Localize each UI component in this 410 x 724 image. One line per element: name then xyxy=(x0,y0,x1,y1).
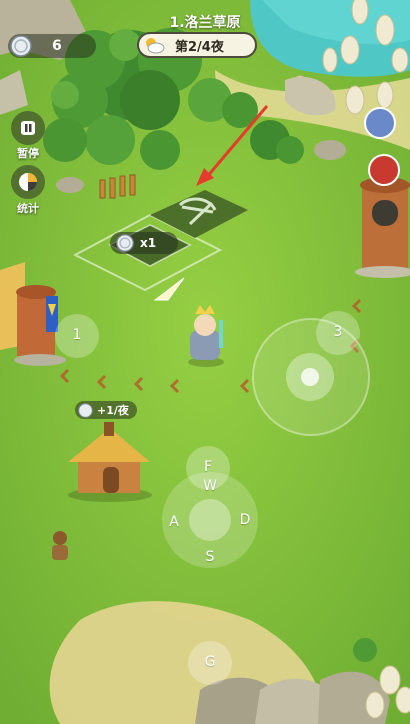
silver-coin-icon xyxy=(116,234,134,252)
coin-count: 6 xyxy=(52,38,62,54)
stats-label: 统计 xyxy=(17,202,39,215)
key-w-label: W xyxy=(203,478,217,494)
hut-income-value: +1/夜 xyxy=(97,404,129,417)
sun-cloud-icon xyxy=(146,38,165,54)
key-d-label: D xyxy=(239,512,251,528)
key-s-label: S xyxy=(205,549,215,565)
pause-label: 暂停 xyxy=(17,147,39,160)
build-cost-value: x1 xyxy=(140,236,157,250)
level-title: 1.洛兰草原 xyxy=(169,15,241,31)
coin-counter: 6 xyxy=(8,34,96,58)
build-cost: x1 xyxy=(110,232,178,254)
pie-chart-icon xyxy=(19,173,37,191)
silver-coin-icon xyxy=(10,35,32,57)
hut-income: +1/夜 xyxy=(75,401,137,419)
pause-button[interactable] xyxy=(11,111,45,145)
silver-coin-icon xyxy=(78,402,93,418)
pause-icon xyxy=(21,121,35,135)
joystick-center xyxy=(301,368,319,386)
key-g-label: G xyxy=(204,654,216,670)
wasd-center[interactable] xyxy=(189,499,231,541)
marker-1-label: 1 xyxy=(72,327,82,343)
key-a-label: A xyxy=(169,514,179,530)
stats-button[interactable] xyxy=(11,165,45,199)
enemy-portrait[interactable] xyxy=(368,154,400,186)
night-label: 第2/4夜 xyxy=(175,39,224,55)
night-counter: 第2/4夜 xyxy=(137,32,257,58)
hero-portrait[interactable] xyxy=(364,107,396,139)
